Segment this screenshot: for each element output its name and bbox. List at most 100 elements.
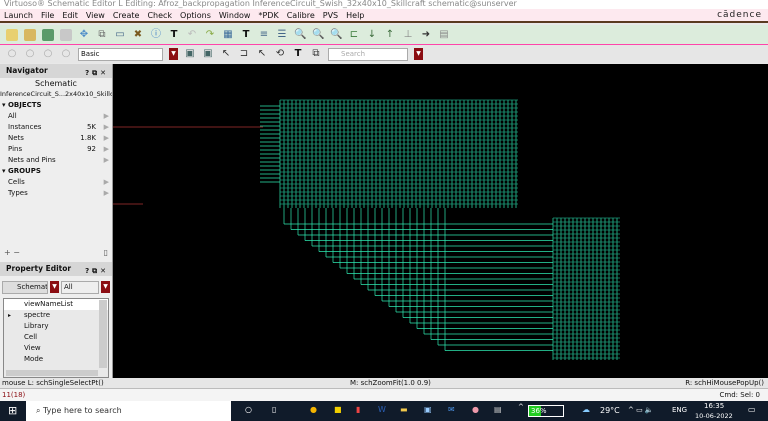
chevron-down-icon[interactable]: ▼ — [101, 281, 110, 293]
menu-pvs[interactable]: PVS — [323, 11, 338, 20]
clock-time[interactable]: 16:35 — [704, 402, 724, 410]
connect-icon[interactable]: ⊐ — [238, 48, 250, 60]
circle-icon[interactable]: ○ — [60, 48, 72, 60]
menu-options[interactable]: Options — [180, 11, 211, 20]
windows-start-icon[interactable]: ⊞ — [8, 404, 17, 417]
chevron-up-icon[interactable]: ^ — [518, 403, 524, 411]
save-icon[interactable] — [42, 28, 54, 41]
circle-icon[interactable]: ○ — [24, 48, 36, 60]
property-row[interactable]: Mode — [4, 354, 108, 365]
hierarchy-icon[interactable]: ⊏ — [348, 29, 360, 41]
property-row[interactable]: View — [4, 343, 108, 354]
nav-item-cells[interactable]: Cells ▶ — [0, 177, 112, 188]
mail-icon[interactable]: ✉ — [448, 405, 455, 414]
menu-edit[interactable]: Edit — [62, 11, 78, 20]
schematic-canvas[interactable] — [113, 64, 768, 378]
zoom-fit-icon[interactable]: 🔍 — [330, 29, 342, 41]
panel-toggle-icon[interactable]: ▯ — [104, 248, 108, 257]
cortana-icon[interactable]: ○ — [245, 405, 252, 414]
circle-icon[interactable]: ○ — [6, 48, 18, 60]
workspace-select[interactable]: Basic — [78, 47, 163, 61]
app-icon[interactable]: ▮ — [356, 405, 360, 414]
wire-icon[interactable]: ≡ — [258, 29, 270, 41]
filter-select[interactable]: All — [61, 280, 99, 294]
menu-check[interactable]: Check — [147, 11, 172, 20]
probe-icon[interactable]: ➜ — [420, 29, 432, 41]
label-icon[interactable]: T — [240, 29, 252, 41]
groups-section[interactable]: ▾ GROUPS — [0, 166, 112, 177]
panel-buttons[interactable]: ?⧉✕ — [85, 66, 109, 80]
horizontal-scrollbar[interactable] — [6, 370, 98, 376]
task-view-icon[interactable]: ▯ — [272, 405, 276, 414]
command-line[interactable]: 11(18) Cmd: Sel: 0 — [0, 389, 768, 401]
menu-create[interactable]: Create — [113, 11, 140, 20]
new-icon[interactable] — [6, 28, 18, 41]
redo-icon[interactable]: ↷ — [204, 29, 216, 41]
chrome-icon[interactable]: ● — [310, 405, 317, 414]
text-icon[interactable]: T — [168, 29, 180, 41]
menu-file[interactable]: File — [41, 11, 54, 20]
magnet-icon[interactable]: ⟲ — [274, 48, 286, 60]
battery-indicator[interactable]: 36% — [528, 405, 564, 417]
delete-icon[interactable]: ✖ — [132, 29, 144, 41]
cursor-icon[interactable]: ↖ — [256, 48, 268, 60]
open-icon[interactable] — [24, 28, 36, 41]
search-dropdown-icon[interactable]: ▼ — [414, 48, 423, 60]
select-mode-icon[interactable]: ▣ — [184, 48, 196, 60]
copy-icon[interactable]: ⧉ — [96, 29, 108, 41]
weather-icon[interactable]: ☁ — [582, 405, 590, 414]
clock-date[interactable]: 10-06-2022 — [695, 412, 733, 420]
undo-icon[interactable]: ↶ — [186, 29, 198, 41]
menu-view[interactable]: View — [86, 11, 105, 20]
notifications-icon[interactable]: ▭ — [748, 405, 756, 414]
nav-item-nets-and-pins[interactable]: Nets and Pins ▶ — [0, 155, 112, 166]
menu-calibre[interactable]: Calibre — [287, 11, 315, 20]
area-select-icon[interactable]: ▣ — [202, 48, 214, 60]
nav-item-pins[interactable]: Pins 92 ▶ — [0, 144, 112, 155]
move-icon[interactable]: ✥ — [78, 29, 90, 41]
system-tray-icons[interactable]: ^ ▭ 🔈 — [628, 406, 654, 414]
property-row[interactable]: Cell — [4, 332, 108, 343]
property-row[interactable]: viewNameList — [4, 299, 108, 310]
property-row[interactable]: Library — [4, 321, 108, 332]
nav-item-nets[interactable]: Nets 1.8K ▶ — [0, 133, 112, 144]
pin-icon[interactable]: ⊥ — [402, 29, 414, 41]
descend-icon[interactable]: ↓ — [366, 29, 378, 41]
objects-section[interactable]: ▾ OBJECTS — [0, 100, 112, 111]
pointer-icon[interactable]: ↖ — [220, 48, 232, 60]
file-explorer-icon[interactable]: ▬ — [400, 405, 408, 414]
text-select-icon[interactable]: T — [292, 48, 304, 60]
nav-item-instances[interactable]: Instances 5K ▶ — [0, 122, 112, 133]
filter-icon[interactable]: ⧉ — [310, 48, 322, 60]
zoom-in-icon[interactable]: 🔍 — [294, 29, 306, 41]
terminal-icon[interactable]: ▤ — [494, 405, 502, 414]
language-indicator[interactable]: ENG — [672, 406, 687, 414]
property-row[interactable]: ▸ spectre — [4, 310, 108, 321]
sticky-notes-icon[interactable]: ■ — [334, 405, 342, 414]
network-app-icon[interactable]: ▣ — [424, 405, 432, 414]
user-app-icon[interactable]: ● — [472, 405, 479, 414]
vertical-scrollbar[interactable] — [99, 300, 107, 368]
add-remove-buttons[interactable]: + − — [4, 248, 20, 257]
word-icon[interactable]: W — [378, 405, 386, 414]
nav-item-all[interactable]: All ▶ — [0, 111, 112, 122]
temperature[interactable]: 29°C — [600, 406, 620, 415]
sheet-icon[interactable]: ▤ — [438, 29, 450, 41]
properties-icon[interactable]: ⓘ — [150, 29, 162, 41]
search-input[interactable]: Search — [328, 47, 408, 61]
print-icon[interactable] — [60, 28, 72, 41]
bus-icon[interactable]: ☰ — [276, 29, 288, 41]
circle-icon[interactable]: ○ — [42, 48, 54, 60]
menu-window[interactable]: Window — [219, 11, 251, 20]
object-type-select[interactable]: Schematic — [2, 280, 48, 294]
ascend-icon[interactable]: ↑ — [384, 29, 396, 41]
panel-buttons[interactable]: ?⧉✕ — [85, 264, 109, 278]
chevron-down-icon[interactable]: ▼ — [50, 281, 59, 293]
menu-pdk[interactable]: *PDK — [258, 11, 278, 20]
menu-help[interactable]: Help — [346, 11, 364, 20]
taskbar-search[interactable]: ⌕ Type here to search — [26, 401, 231, 421]
nav-item-types[interactable]: Types ▶ — [0, 188, 112, 199]
menu-launch[interactable]: Launch — [4, 11, 33, 20]
chevron-down-icon[interactable]: ▼ — [169, 48, 178, 60]
zoom-out-icon[interactable]: 🔍 — [312, 29, 324, 41]
